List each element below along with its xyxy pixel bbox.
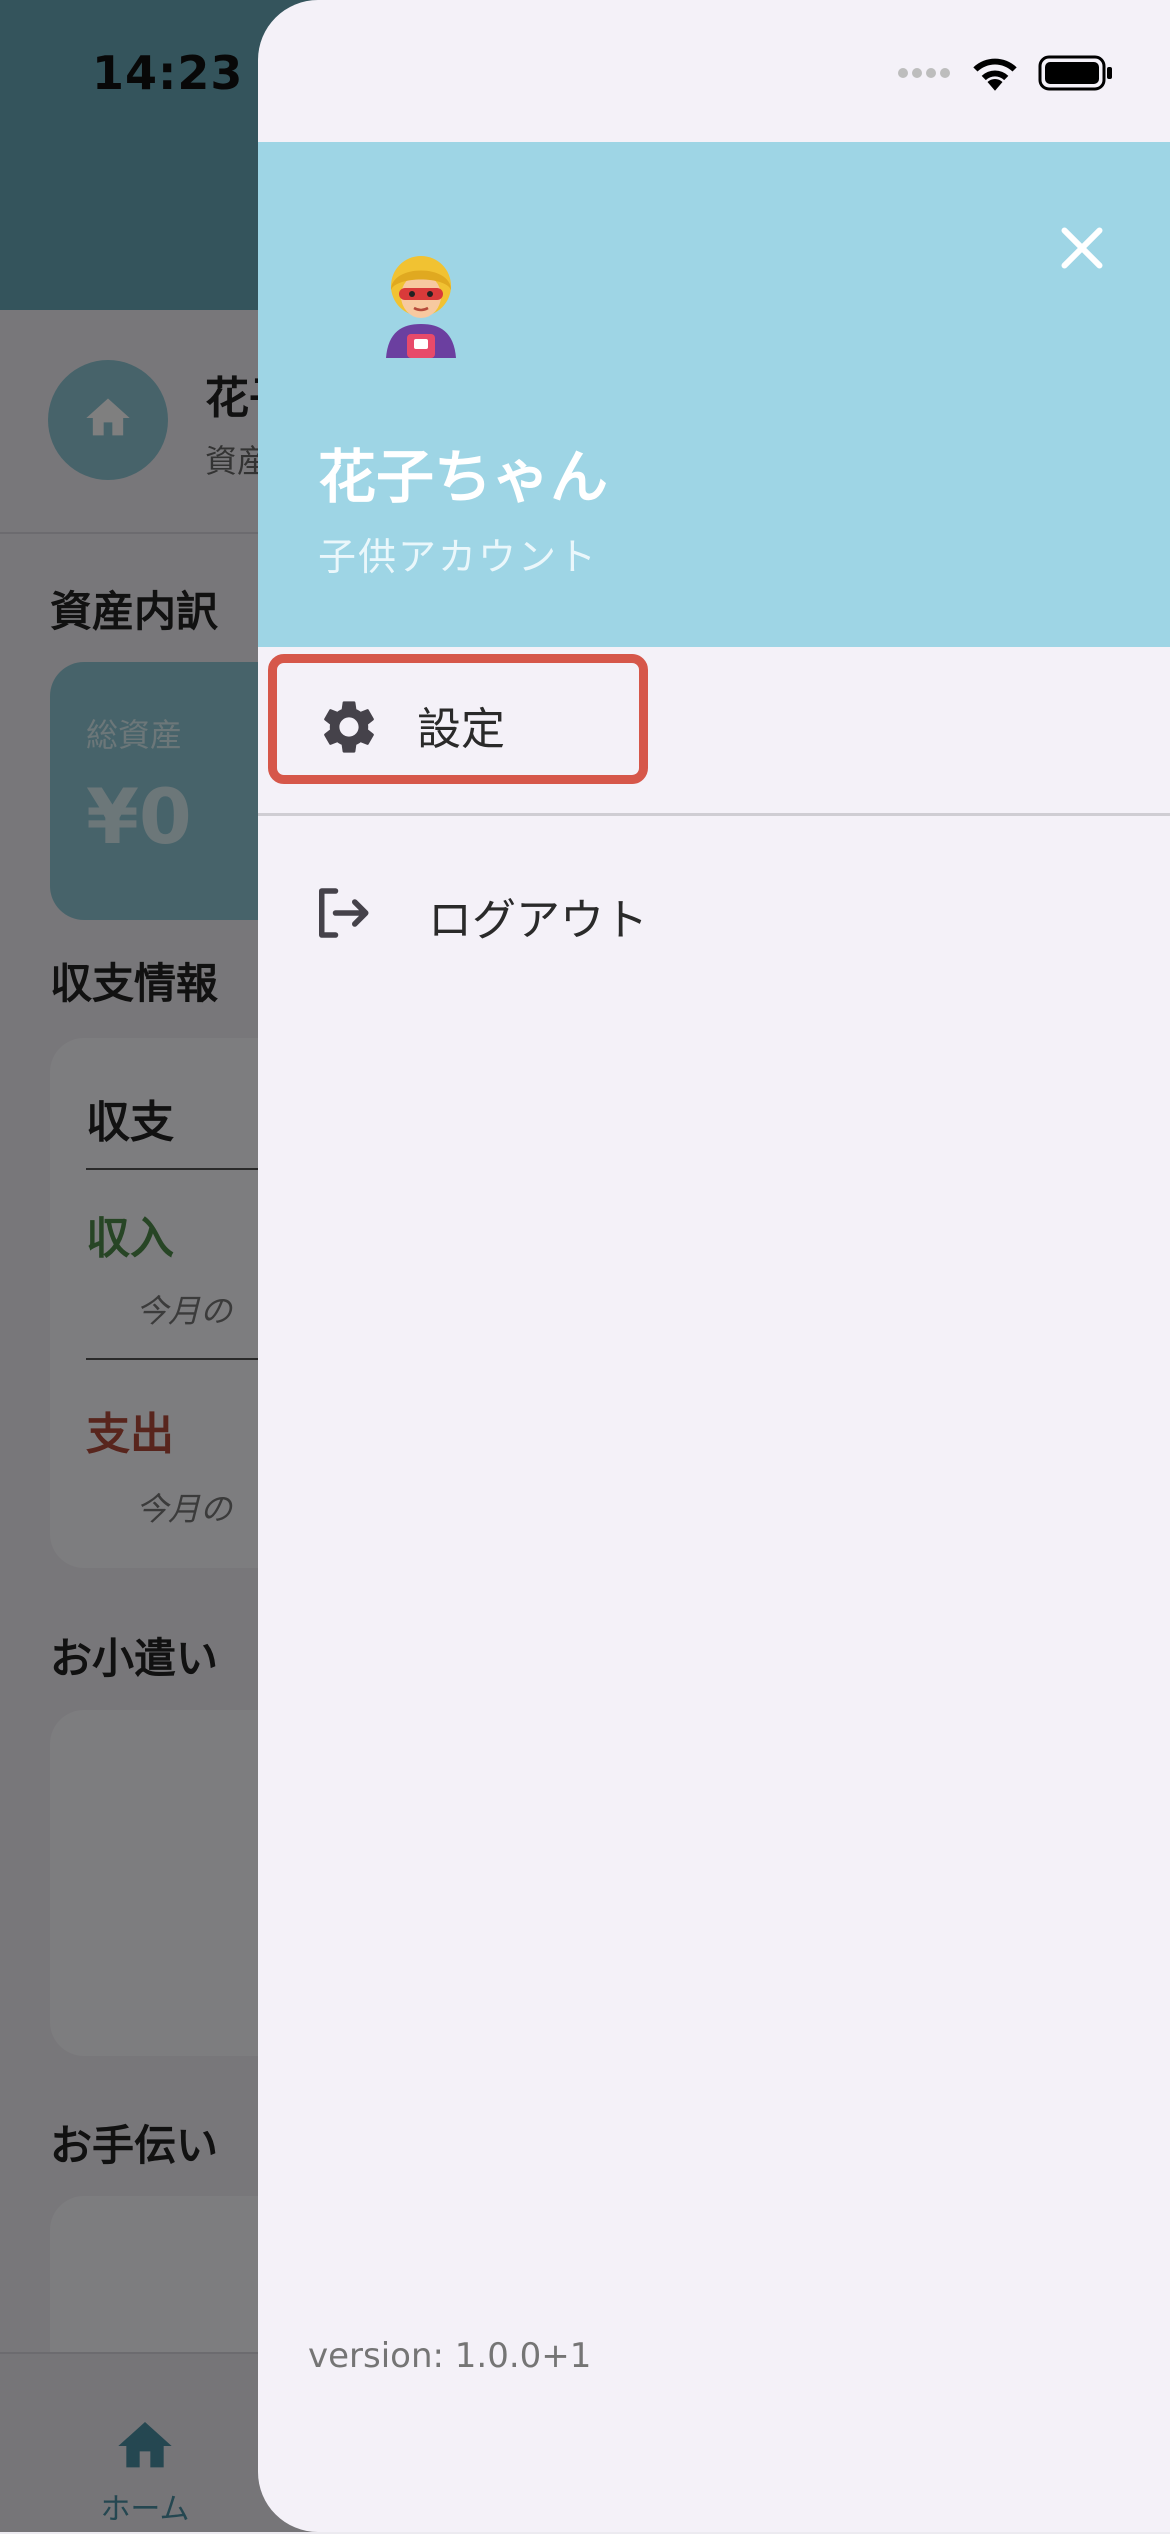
- menu-item-settings-label: 設定: [417, 704, 505, 755]
- superhero-avatar-icon: [386, 256, 456, 358]
- menu-item-logout-label: ログアウト: [428, 895, 648, 946]
- app-version: version: 1.0.0+1: [308, 2336, 592, 2376]
- close-icon[interactable]: [1052, 218, 1112, 278]
- gear-icon: [324, 701, 374, 753]
- drawer-user-role: 子供アカウント: [318, 535, 599, 579]
- logout-icon: [319, 888, 369, 938]
- navigation-drawer: 花子ちゃん 子供アカウント 設定 ログアウト version: 1.0.0+1: [258, 0, 1170, 2532]
- wifi-icon: [973, 58, 1017, 91]
- menu-item-logout[interactable]: ログアウト: [258, 850, 1170, 980]
- status-icons: [898, 54, 1114, 92]
- battery-icon: [1038, 55, 1112, 91]
- drawer-header: 花子ちゃん 子供アカウント: [258, 142, 1170, 647]
- drawer-divider: [258, 813, 1170, 816]
- menu-item-settings[interactable]: 設定: [268, 654, 648, 784]
- drawer-user-name: 花子ちゃん: [318, 443, 609, 511]
- signal-icon: [898, 68, 950, 78]
